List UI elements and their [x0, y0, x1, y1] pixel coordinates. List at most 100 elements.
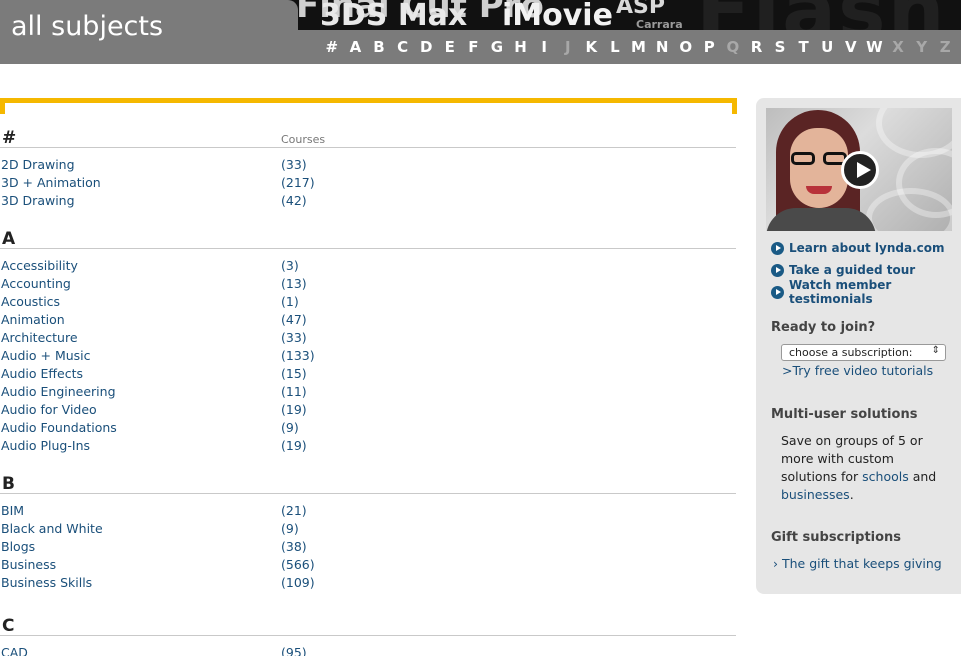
course-count[interactable]: (33): [281, 157, 307, 172]
list-item: Audio Foundations (9): [0, 420, 737, 438]
alpha-link-u[interactable]: U: [815, 38, 839, 56]
alpha-link-s[interactable]: S: [768, 38, 792, 56]
subject-link[interactable]: 3D Drawing: [1, 193, 75, 208]
course-count[interactable]: (3): [281, 258, 299, 273]
select-value: choose a subscription:: [789, 346, 913, 359]
alpha-link-m[interactable]: M: [627, 38, 651, 56]
section-heading: #: [2, 128, 17, 148]
alpha-link-k[interactable]: K: [580, 38, 604, 56]
list-item: Acoustics (1): [0, 294, 737, 312]
presenter-face: [790, 128, 848, 208]
subject-link[interactable]: Acoustics: [1, 294, 60, 309]
learn-about-link[interactable]: Learn about lynda.com: [771, 239, 945, 257]
course-count[interactable]: (15): [281, 366, 307, 381]
subject-link[interactable]: Business: [1, 557, 56, 572]
section-divider: [0, 493, 736, 494]
list-item: 3D Drawing (42): [0, 193, 737, 211]
course-count[interactable]: (9): [281, 521, 299, 536]
course-count[interactable]: (21): [281, 503, 307, 518]
subject-link[interactable]: Blogs: [1, 539, 35, 554]
alpha-link-r[interactable]: R: [745, 38, 769, 56]
list-item: Accessibility (3): [0, 258, 737, 276]
course-count[interactable]: (217): [281, 175, 315, 190]
play-icon[interactable]: [841, 151, 879, 189]
list-item: BIM (21): [0, 503, 737, 521]
header-banner: Final Cut Pro iMovie 3DS Max ASP Carrara…: [0, 0, 961, 64]
banner-collage: Final Cut Pro iMovie 3DS Max ASP Carrara…: [296, 0, 961, 30]
section-heading: C: [2, 616, 15, 636]
subject-link[interactable]: 2D Drawing: [1, 157, 75, 172]
list-item: Black and White (9): [0, 521, 737, 539]
alpha-link-h[interactable]: H: [509, 38, 533, 56]
try-free-link[interactable]: >Try free video tutorials: [782, 363, 933, 378]
schools-link[interactable]: schools: [862, 469, 909, 484]
subject-link[interactable]: Audio for Video: [1, 402, 97, 417]
alpha-link-o[interactable]: O: [674, 38, 698, 56]
subject-link[interactable]: Business Skills: [1, 575, 92, 590]
alpha-link-y: Y: [916, 38, 928, 56]
alpha-link-a[interactable]: A: [344, 38, 368, 56]
businesses-link[interactable]: businesses: [781, 487, 850, 502]
alpha-link-n[interactable]: N: [650, 38, 674, 56]
section-divider: [0, 147, 736, 148]
course-count[interactable]: (9): [281, 420, 299, 435]
gift-heading: Gift subscriptions: [771, 530, 902, 545]
alpha-link-w[interactable]: W: [863, 38, 887, 56]
subject-link[interactable]: Animation: [1, 312, 65, 327]
alpha-link-e[interactable]: E: [438, 38, 462, 56]
banner-word: ASP: [616, 0, 665, 19]
gift-link[interactable]: › The gift that keeps giving: [773, 556, 942, 571]
course-count[interactable]: (13): [281, 276, 307, 291]
alpha-link-c[interactable]: C: [391, 38, 415, 56]
list-item: Audio Engineering (11): [0, 384, 737, 402]
alpha-link-d[interactable]: D: [414, 38, 438, 56]
subject-link[interactable]: Audio Effects: [1, 366, 83, 381]
subject-link[interactable]: Audio + Music: [1, 348, 91, 363]
banner-word: Carrara: [636, 18, 683, 30]
list-item: Business (566): [0, 557, 737, 575]
subject-link[interactable]: Architecture: [1, 330, 78, 345]
course-count[interactable]: (133): [281, 348, 315, 363]
alpha-link-v[interactable]: V: [839, 38, 863, 56]
course-count[interactable]: (11): [281, 384, 307, 399]
subject-link[interactable]: Audio Plug-Ins: [1, 438, 90, 453]
subject-link[interactable]: 3D + Animation: [1, 175, 101, 190]
link-label: Learn about lynda.com: [789, 241, 945, 255]
course-count[interactable]: (19): [281, 402, 307, 417]
subject-link[interactable]: Accessibility: [1, 258, 78, 273]
list-item: Accounting (13): [0, 276, 737, 294]
course-count[interactable]: (109): [281, 575, 315, 590]
subject-link[interactable]: CAD: [1, 645, 28, 656]
alpha-link-f[interactable]: F: [462, 38, 486, 56]
video-thumbnail[interactable]: [766, 108, 952, 231]
alpha-link-t[interactable]: T: [792, 38, 816, 56]
section-heading: B: [2, 474, 15, 494]
course-count[interactable]: (47): [281, 312, 307, 327]
course-count[interactable]: (33): [281, 330, 307, 345]
course-count[interactable]: (19): [281, 438, 307, 453]
alpha-link-hash[interactable]: #: [320, 38, 344, 56]
course-count[interactable]: (38): [281, 539, 307, 554]
alpha-link-l[interactable]: L: [603, 38, 627, 56]
alpha-link-b[interactable]: B: [367, 38, 391, 56]
section-divider: [0, 635, 736, 636]
banner-word: Flash: [696, 0, 947, 30]
alpha-link-p[interactable]: P: [698, 38, 722, 56]
course-count[interactable]: (1): [281, 294, 299, 309]
testimonials-link[interactable]: Watch member testimonials: [771, 278, 961, 306]
course-count[interactable]: (566): [281, 557, 315, 572]
list-item: CAD (95): [0, 645, 737, 656]
course-count[interactable]: (42): [281, 193, 307, 208]
alpha-link-g[interactable]: G: [485, 38, 509, 56]
list-item: Audio for Video (19): [0, 402, 737, 420]
multi-user-heading: Multi-user solutions: [771, 407, 918, 422]
alpha-link-i[interactable]: I: [532, 38, 556, 56]
subject-link[interactable]: BIM: [1, 503, 24, 518]
subject-link[interactable]: Black and White: [1, 521, 103, 536]
subject-link[interactable]: Accounting: [1, 276, 71, 291]
subject-link[interactable]: Audio Foundations: [1, 420, 117, 435]
subject-link[interactable]: Audio Engineering: [1, 384, 116, 399]
course-count[interactable]: (95): [281, 645, 307, 656]
subscription-select[interactable]: choose a subscription: ⇕: [781, 344, 946, 361]
guided-tour-link[interactable]: Take a guided tour: [771, 261, 915, 279]
